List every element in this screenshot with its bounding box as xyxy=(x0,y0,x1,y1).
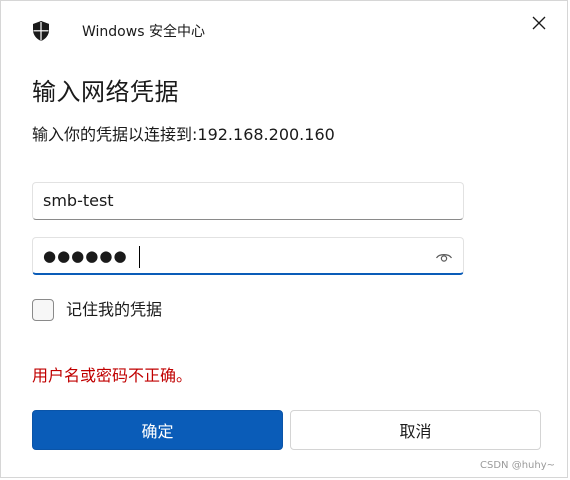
text-caret xyxy=(139,246,140,268)
remember-label: 记住我的凭据 xyxy=(66,300,163,319)
username-field[interactable]: smb-test xyxy=(32,182,464,220)
remember-credentials[interactable]: 记住我的凭据 xyxy=(32,299,162,321)
watermark: CSDN @huhy~ xyxy=(480,460,555,471)
remember-checkbox[interactable] xyxy=(32,299,54,321)
shield-icon xyxy=(31,20,51,42)
app-title: Windows 安全中心 xyxy=(82,24,205,40)
cancel-button[interactable]: 取消 xyxy=(290,410,541,450)
title-bar: Windows 安全中心 xyxy=(1,1,567,57)
dialog-subtitle: 输入你的凭据以连接到:192.168.200.160 xyxy=(32,125,335,144)
username-value: smb-test xyxy=(43,191,114,210)
error-message: 用户名或密码不正确。 xyxy=(32,366,193,385)
close-button[interactable] xyxy=(523,11,555,37)
password-field[interactable]: ●●●●●● xyxy=(32,237,464,275)
eye-icon[interactable] xyxy=(435,249,453,263)
credential-dialog: Windows 安全中心 输入网络凭据 输入你的凭据以连接到:192.168.2… xyxy=(0,0,568,478)
ok-button[interactable]: 确定 xyxy=(32,410,283,450)
close-icon xyxy=(532,15,546,34)
password-value: ●●●●●● xyxy=(43,247,128,265)
dialog-heading: 输入网络凭据 xyxy=(32,78,179,106)
